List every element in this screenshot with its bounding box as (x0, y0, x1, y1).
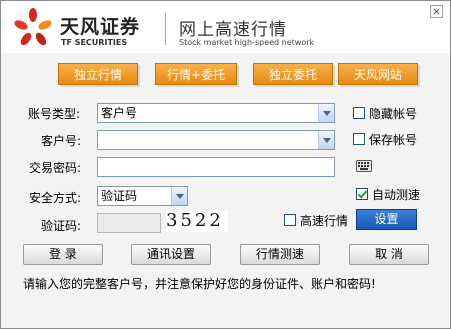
save-account-checkbox[interactable] (353, 133, 365, 145)
security-value: 验证码 (101, 189, 138, 203)
fast-quote-checkbox[interactable] (284, 214, 296, 226)
captcha-image[interactable]: 3522 (166, 210, 228, 232)
captcha-input[interactable] (97, 213, 161, 233)
password-input[interactable] (97, 157, 335, 177)
settings-button[interactable]: 设置 (356, 209, 417, 230)
keyboard-icon[interactable] (356, 160, 372, 172)
account-label: 客户号: (41, 134, 82, 148)
brand-name-en: TF SECURITIES (61, 38, 128, 47)
header: 天风证券 TF SECURITIES 网上高速行情 Stock market h… (1, 1, 450, 53)
captcha-label: 验证码: (41, 219, 82, 233)
save-account-label: 保存帐号 (369, 133, 418, 147)
chevron-down-icon[interactable] (318, 104, 334, 122)
account-type-value: 客户号 (101, 106, 138, 120)
tianfeng-website-button[interactable]: 天风网站 (338, 63, 418, 85)
header-divider (165, 13, 166, 45)
independent-trade-button[interactable]: 独立委托 (253, 63, 333, 85)
chevron-down-icon[interactable] (171, 187, 187, 205)
close-button[interactable]: × (430, 5, 443, 18)
comm-settings-button[interactable]: 通讯设置 (131, 244, 211, 265)
hide-account-checkbox[interactable] (353, 107, 365, 119)
quote-and-trade-button[interactable]: 行情+委托 (155, 63, 237, 85)
tf-logo-icon (14, 8, 52, 46)
chevron-down-icon[interactable] (318, 131, 334, 149)
fast-quote-label: 高速行情 (300, 214, 349, 228)
login-window: 天风证券 TF SECURITIES 网上高速行情 Stock market h… (0, 0, 451, 329)
brand-name: 天风证券 (60, 16, 141, 38)
account-type-select[interactable]: 客户号 (97, 103, 335, 123)
password-label: 交易密码: (29, 161, 82, 175)
account-input[interactable] (97, 130, 335, 150)
slogan-en: Stock market high-speed network (179, 38, 315, 47)
security-label: 安全方式: (29, 191, 82, 205)
hide-account-label: 隐藏帐号 (369, 107, 418, 121)
speed-test-button[interactable]: 行情测速 (240, 244, 320, 265)
independent-quote-button[interactable]: 独立行情 (58, 63, 138, 85)
cancel-button[interactable]: 取 消 (349, 244, 429, 265)
auto-speed-test-label: 自动测速 (372, 188, 421, 202)
footer-notice: 请输入您的完整客户号，并注意保护好您的身份证件、账户和密码! (23, 277, 376, 291)
auto-speed-test-checkbox[interactable] (356, 188, 368, 200)
login-button[interactable]: 登 录 (23, 244, 103, 265)
security-select[interactable]: 验证码 (97, 186, 188, 206)
account-type-label: 账号类型: (28, 107, 81, 121)
slogan: 网上高速行情 (179, 20, 287, 40)
